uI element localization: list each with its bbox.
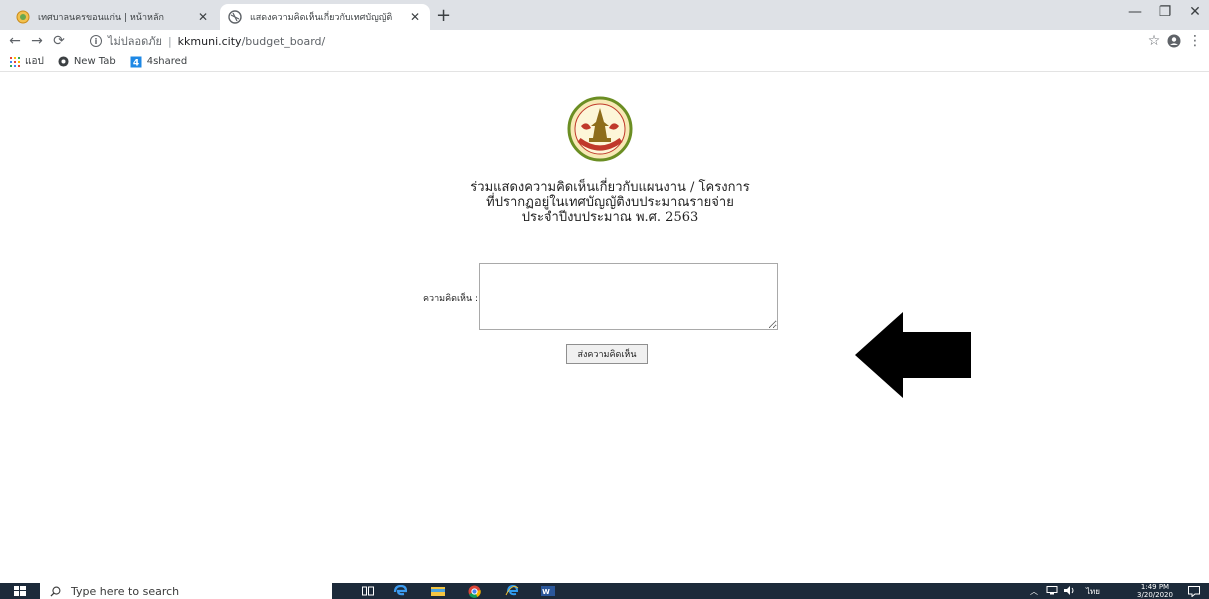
apps-grid-icon (10, 56, 20, 67)
taskbar-clock[interactable]: 1:49 PM 3/20/2020 (1135, 583, 1175, 599)
url-path: /budget_board/ (241, 34, 326, 48)
bookmark-label: 4shared (146, 56, 188, 67)
system-tray: ︿ ไทย (1030, 583, 1100, 599)
heading-line-2: ที่ปรากฏอยู่ในเทศบัญญัติงบประมาณรายจ่าย (486, 195, 734, 210)
internet-explorer-icon[interactable] (504, 584, 520, 598)
chrome-taskbar-icon[interactable] (466, 584, 482, 598)
input-language-indicator[interactable]: ไทย (1086, 585, 1100, 598)
search-icon (50, 586, 61, 597)
tab-title: เทศบาลนครขอนแก่น | หน้าหลัก (38, 13, 164, 23)
speaker-icon[interactable] (1064, 585, 1076, 597)
security-status[interactable]: ไม่ปลอดภัย (108, 32, 162, 50)
heading-line-1: ร่วมแสดงความคิดเห็นเกี่ยวกับแผนงาน / โคร… (470, 180, 750, 195)
kkmuni-favicon-icon (16, 10, 30, 24)
bookmarks-bar: แอป New Tab 4 4shared (0, 52, 1209, 72)
forward-arrow-icon[interactable]: → (28, 32, 46, 50)
municipality-seal-logo (567, 96, 633, 162)
tab-close-icon[interactable]: ✕ (408, 10, 422, 24)
svg-text:W: W (542, 588, 550, 596)
minimize-button[interactable]: — (1120, 4, 1150, 20)
word-icon[interactable]: W (540, 584, 556, 598)
profile-avatar-icon[interactable] (1165, 32, 1183, 53)
bookmark-4shared[interactable]: 4 4shared (130, 56, 187, 68)
address-bar[interactable]: i ไม่ปลอดภัย | kkmuni.city /budget_board… (90, 32, 325, 50)
4shared-icon: 4 (130, 56, 142, 68)
new-tab-button[interactable]: + (436, 6, 451, 26)
network-icon[interactable] (1046, 585, 1058, 597)
close-window-button[interactable]: ✕ (1180, 4, 1209, 20)
comment-label: ความคิดเห็น : (423, 294, 478, 304)
bookmark-new-tab[interactable]: New Tab (58, 56, 116, 67)
file-explorer-icon[interactable] (430, 584, 446, 598)
bookmark-apps[interactable]: แอป (10, 54, 44, 69)
chrome-icon (58, 56, 69, 67)
page-heading: ร่วมแสดงความคิดเห็นเกี่ยวกับแผนงาน / โคร… (400, 180, 820, 225)
globe-icon (228, 10, 242, 24)
submit-comment-button[interactable]: ส่งความคิดเห็น (566, 344, 648, 364)
bookmark-star-icon[interactable]: ☆ (1145, 32, 1163, 50)
taskbar-search-box[interactable]: Type here to search (40, 583, 332, 599)
clock-time: 1:49 PM (1140, 583, 1170, 591)
url-host: kkmuni.city (177, 34, 242, 48)
info-icon[interactable]: i (90, 35, 102, 47)
comment-textarea[interactable] (479, 263, 778, 330)
edge-icon[interactable] (392, 584, 408, 598)
menu-kebab-icon[interactable]: ⋮ (1186, 32, 1204, 50)
tab-budget-board[interactable]: แสดงความคิดเห็นเกี่ยวกับเทศบัญญัติ ✕ (220, 4, 430, 30)
restore-button[interactable]: ❐ (1150, 4, 1180, 20)
back-arrow-icon[interactable]: ← (6, 32, 24, 50)
svg-text:4: 4 (133, 58, 139, 68)
search-placeholder: Type here to search (71, 584, 180, 598)
clock-date: 3/20/2020 (1137, 591, 1173, 599)
windows-start-icon[interactable] (0, 583, 40, 599)
heading-line-3: ประจำปีงบประมาณ พ.ศ. 2563 (521, 210, 699, 225)
reload-icon[interactable]: ⟳ (50, 32, 68, 50)
tab-title: แสดงความคิดเห็นเกี่ยวกับเทศบัญญัติ (250, 13, 393, 23)
bookmark-label: New Tab (73, 56, 116, 67)
tab-kkmuni-home[interactable]: เทศบาลนครขอนแก่น | หน้าหลัก ✕ (8, 4, 218, 30)
task-view-icon[interactable] (360, 584, 376, 598)
tray-chevron-up-icon[interactable]: ︿ (1030, 586, 1038, 597)
omnibox-separator: | (167, 34, 172, 48)
left-arrow-annotation (855, 312, 971, 398)
bookmark-label: แอป (25, 56, 44, 67)
browser-tabstrip: เทศบาลนครขอนแก่น | หน้าหลัก ✕ แสดงความคิ… (0, 0, 1209, 30)
tab-close-icon[interactable]: ✕ (196, 10, 210, 24)
windows-taskbar: Type here to search W ︿ ไทย 1:49 PM 3/20… (0, 583, 1209, 599)
browser-toolbar: ← → ⟳ i ไม่ปลอดภัย | kkmuni.city /budget… (0, 30, 1209, 52)
notifications-icon[interactable] (1186, 584, 1202, 598)
